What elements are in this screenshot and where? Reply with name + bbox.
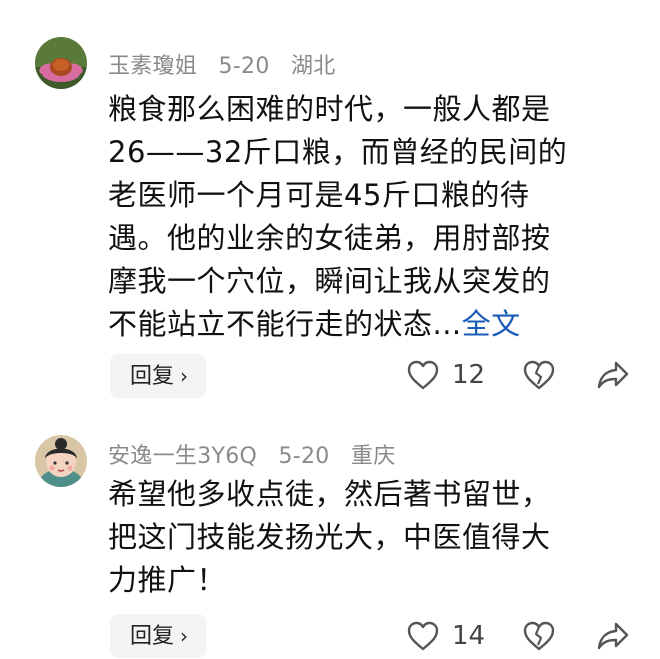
comment-line: 26——32斤口粮，而曾经的民间的 bbox=[108, 135, 568, 169]
like-button[interactable]: 14 bbox=[406, 620, 485, 652]
comment-line: 力推广！ bbox=[108, 563, 227, 597]
chevron-right-icon: › bbox=[180, 364, 189, 388]
broken-heart-icon bbox=[523, 621, 555, 651]
reply-label: 回复 bbox=[130, 624, 175, 649]
chevron-right-icon: › bbox=[180, 624, 189, 648]
comment-line: 希望他多收点徒，然后著书留世， bbox=[108, 477, 551, 511]
comment-date: 5-20 bbox=[278, 444, 330, 469]
comment-meta: 玉素瓊姐 5-20 湖北 bbox=[108, 48, 350, 80]
avatar[interactable] bbox=[35, 435, 87, 487]
like-count: 14 bbox=[452, 621, 486, 651]
heart-outline-icon bbox=[407, 360, 439, 390]
avatar[interactable] bbox=[35, 37, 87, 89]
comment-line: 粮食那么困难的时代，一般人都是 bbox=[108, 92, 551, 126]
comment-meta: 安逸一生3Y6Q 5-20 重庆 bbox=[108, 438, 410, 470]
full-text-link[interactable]: 全文 bbox=[462, 307, 521, 341]
comment-line: 遇。他的业余的女徒弟，用肘部按 bbox=[108, 221, 551, 255]
comment-location: 重庆 bbox=[350, 444, 396, 469]
share-button[interactable] bbox=[596, 621, 630, 651]
like-button[interactable]: 12 bbox=[406, 359, 485, 391]
dislike-button[interactable] bbox=[522, 359, 556, 391]
reply-label: 回复 bbox=[130, 364, 175, 389]
comment-line-last: 不能站立不能行走的状态...全文 bbox=[108, 307, 521, 341]
comment-date: 5-20 bbox=[218, 54, 270, 79]
share-arrow-icon bbox=[597, 361, 629, 389]
username[interactable]: 安逸一生3Y6Q bbox=[108, 444, 257, 469]
heart-outline-icon bbox=[407, 621, 439, 651]
share-arrow-icon bbox=[597, 622, 629, 650]
comment-text: 粮食那么困难的时代，一般人都是 26——32斤口粮，而曾经的民间的 老医师一个月… bbox=[108, 88, 628, 346]
username[interactable]: 玉素瓊姐 bbox=[108, 54, 197, 79]
reply-button[interactable]: 回复 › bbox=[110, 354, 207, 398]
comment-location: 湖北 bbox=[290, 54, 336, 79]
dislike-button[interactable] bbox=[522, 620, 556, 652]
comment-line: 把这门技能发扬光大，中医值得大 bbox=[108, 520, 551, 554]
comment-text: 希望他多收点徒，然后著书留世， 把这门技能发扬光大，中医值得大 力推广！ bbox=[108, 473, 628, 602]
broken-heart-icon bbox=[523, 360, 555, 390]
like-count: 12 bbox=[452, 360, 486, 390]
share-button[interactable] bbox=[596, 360, 630, 390]
reply-button[interactable]: 回复 › bbox=[110, 614, 207, 658]
comment-line: 老医师一个月可是45斤口粮的待 bbox=[108, 178, 530, 212]
comment-line: 摩我一个穴位，瞬间让我从突发的 bbox=[108, 264, 551, 298]
